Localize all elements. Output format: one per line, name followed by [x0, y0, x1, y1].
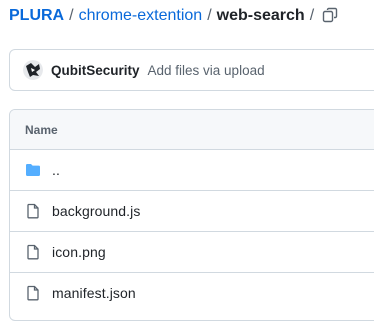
breadcrumb-current: web-search	[216, 7, 305, 24]
table-row-file[interactable]: manifest.json	[10, 273, 374, 313]
breadcrumb-separator: /	[69, 7, 74, 24]
row-name[interactable]: manifest.json	[52, 285, 136, 301]
breadcrumb-repo-link[interactable]: chrome-extention	[79, 7, 203, 25]
user-avatar-icon	[23, 60, 43, 80]
file-table: Name .. background.js icon.png manifest.…	[9, 109, 374, 321]
breadcrumb-owner-link[interactable]: PLURA	[9, 7, 64, 25]
table-row-file[interactable]: background.js	[10, 191, 374, 232]
latest-commit-box: QubitSecurity Add files via upload	[9, 49, 374, 91]
copy-path-button[interactable]	[320, 5, 340, 25]
file-icon	[25, 244, 41, 260]
breadcrumb-trailing-separator: /	[309, 7, 315, 24]
file-browser-page: PLURA / chrome-extention / web-search / …	[0, 0, 374, 328]
column-header-name: Name	[25, 122, 58, 137]
breadcrumb: PLURA / chrome-extention / web-search /	[9, 6, 314, 26]
row-name[interactable]: ..	[52, 162, 60, 178]
commit-author-link[interactable]: QubitSecurity	[51, 63, 140, 78]
avatar[interactable]	[23, 60, 43, 80]
copy-icon	[322, 7, 338, 23]
table-row-parent-directory[interactable]: ..	[10, 150, 374, 191]
row-name[interactable]: icon.png	[52, 244, 106, 260]
table-header: Name	[10, 110, 374, 150]
breadcrumb-separator: /	[207, 7, 212, 24]
folder-icon	[25, 162, 41, 178]
table-row-file[interactable]: icon.png	[10, 232, 374, 273]
file-icon	[25, 203, 41, 219]
file-icon	[25, 285, 41, 301]
row-name[interactable]: background.js	[52, 203, 140, 219]
commit-message-link[interactable]: Add files via upload	[148, 63, 265, 78]
